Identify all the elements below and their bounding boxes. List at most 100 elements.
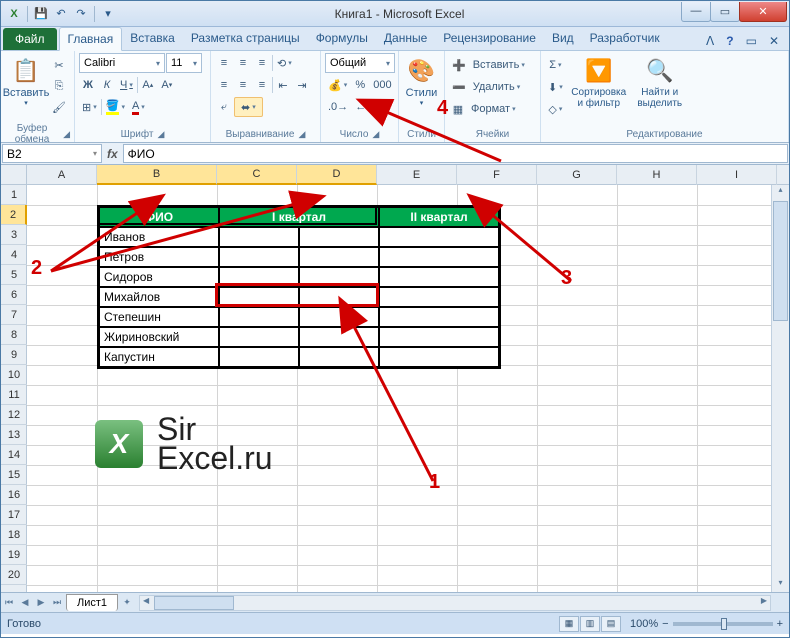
table-cell[interactable]: Сидоров bbox=[99, 267, 219, 287]
font-color-icon[interactable]: A bbox=[129, 97, 148, 117]
table-cell[interactable]: Жириновский bbox=[99, 327, 219, 347]
borders-icon[interactable]: ⊞ bbox=[79, 97, 100, 117]
merge-cells-button[interactable]: ⬌ bbox=[234, 97, 263, 117]
row-header[interactable]: 11 bbox=[1, 385, 27, 405]
first-sheet-icon[interactable]: ⏮ bbox=[1, 595, 17, 611]
minimize-ribbon-icon[interactable]: ᐱ bbox=[702, 32, 718, 50]
formula-input[interactable]: ФИО bbox=[123, 144, 788, 163]
horizontal-scrollbar[interactable]: ◀ ▶ bbox=[139, 595, 771, 611]
column-header[interactable]: C bbox=[217, 165, 297, 185]
copy-icon[interactable]: ⎘ bbox=[49, 76, 69, 96]
column-headers[interactable]: ABCDEFGHI bbox=[27, 165, 789, 185]
table-cell[interactable] bbox=[379, 247, 499, 267]
column-header[interactable]: I bbox=[697, 165, 777, 185]
row-header[interactable]: 13 bbox=[1, 425, 27, 445]
align-middle-icon[interactable]: ≡ bbox=[234, 53, 252, 73]
ribbon-tab-3[interactable]: Формулы bbox=[308, 27, 376, 50]
wrap-text-icon[interactable]: ⤶ bbox=[215, 97, 233, 117]
table-cell[interactable]: Михайлов bbox=[99, 287, 219, 307]
row-header[interactable]: 2 bbox=[1, 205, 27, 225]
maximize-button[interactable]: ▭ bbox=[710, 2, 740, 22]
last-sheet-icon[interactable]: ⏭ bbox=[49, 595, 65, 611]
sheet-tab[interactable]: Лист1 bbox=[66, 594, 118, 611]
scrollbar-thumb[interactable] bbox=[154, 596, 234, 610]
minimize-button[interactable]: — bbox=[681, 2, 711, 22]
row-header[interactable]: 8 bbox=[1, 325, 27, 345]
scrollbar-thumb[interactable] bbox=[773, 201, 788, 321]
column-header[interactable]: H bbox=[617, 165, 697, 185]
table-cell[interactable] bbox=[379, 267, 499, 287]
row-header[interactable]: 16 bbox=[1, 485, 27, 505]
font-size-combo[interactable]: 11▾ bbox=[166, 53, 202, 73]
row-header[interactable]: 19 bbox=[1, 545, 27, 565]
select-all-corner[interactable] bbox=[1, 165, 27, 185]
close-workbook-icon[interactable]: ✕ bbox=[765, 32, 783, 50]
increase-font-icon[interactable]: A▴ bbox=[139, 75, 157, 95]
table-cell[interactable] bbox=[219, 327, 299, 347]
table-cell[interactable]: Петров bbox=[99, 247, 219, 267]
align-top-icon[interactable]: ≡ bbox=[215, 53, 233, 73]
column-header[interactable]: D bbox=[297, 165, 377, 185]
align-right-icon[interactable]: ≡ bbox=[253, 75, 271, 95]
ribbon-tab-6[interactable]: Вид bbox=[544, 27, 582, 50]
table-cell[interactable] bbox=[379, 347, 499, 367]
table-cell[interactable] bbox=[379, 227, 499, 247]
row-header[interactable]: 15 bbox=[1, 465, 27, 485]
align-bottom-icon[interactable]: ≡ bbox=[253, 53, 271, 73]
table-cell[interactable] bbox=[379, 287, 499, 307]
row-header[interactable]: 17 bbox=[1, 505, 27, 525]
table-cell[interactable] bbox=[299, 227, 379, 247]
italic-button[interactable]: К bbox=[98, 75, 116, 95]
file-tab[interactable]: Файл bbox=[3, 28, 57, 50]
close-button[interactable]: ✕ bbox=[739, 2, 787, 22]
fx-icon[interactable]: fx bbox=[107, 147, 118, 161]
table-cell[interactable] bbox=[299, 347, 379, 367]
ribbon-tab-7[interactable]: Разработчик bbox=[582, 27, 668, 50]
row-header[interactable]: 18 bbox=[1, 525, 27, 545]
column-header[interactable]: B bbox=[97, 165, 217, 185]
table-cell[interactable] bbox=[299, 307, 379, 327]
table-cell[interactable]: Степешин bbox=[99, 307, 219, 327]
save-icon[interactable]: 💾 bbox=[32, 5, 50, 23]
row-header[interactable]: 14 bbox=[1, 445, 27, 465]
restore-window-icon[interactable]: ▭ bbox=[742, 32, 761, 50]
cut-icon[interactable]: ✂ bbox=[49, 55, 69, 75]
worksheet-grid[interactable]: ABCDEFGHI 123456789101112131415161718192… bbox=[1, 165, 789, 592]
table-cell[interactable] bbox=[299, 247, 379, 267]
table-cell[interactable] bbox=[219, 307, 299, 327]
table-cell[interactable] bbox=[219, 247, 299, 267]
undo-icon[interactable]: ↶ bbox=[52, 5, 70, 23]
align-left-icon[interactable]: ≡ bbox=[215, 75, 233, 95]
table-cell[interactable] bbox=[219, 347, 299, 367]
accounting-format-icon[interactable]: 💰 bbox=[325, 75, 350, 95]
dialog-launcher-icon[interactable]: ◢ bbox=[157, 129, 164, 140]
zoom-value[interactable]: 100% bbox=[630, 618, 658, 630]
clear-icon[interactable]: ◇ bbox=[545, 99, 566, 119]
decrease-indent-icon[interactable]: ⇤ bbox=[274, 75, 292, 95]
row-header[interactable]: 20 bbox=[1, 565, 27, 585]
dialog-launcher-icon[interactable]: ◢ bbox=[63, 129, 70, 140]
row-header[interactable]: 1 bbox=[1, 185, 27, 205]
prev-sheet-icon[interactable]: ◀ bbox=[17, 595, 33, 611]
sort-filter-button[interactable]: 🔽 Сортировка и фильтр bbox=[568, 53, 630, 123]
format-painter-icon[interactable]: 🖌 bbox=[49, 97, 69, 117]
percent-format-icon[interactable]: % bbox=[351, 75, 369, 95]
autosum-icon[interactable]: Σ bbox=[545, 55, 566, 75]
row-header[interactable]: 3 bbox=[1, 225, 27, 245]
row-header[interactable]: 7 bbox=[1, 305, 27, 325]
row-header[interactable]: 4 bbox=[1, 245, 27, 265]
table-cell[interactable] bbox=[219, 227, 299, 247]
fill-color-icon[interactable]: 🪣 bbox=[103, 97, 128, 117]
redo-icon[interactable]: ↷ bbox=[72, 5, 90, 23]
table-cell[interactable]: Капустин bbox=[99, 347, 219, 367]
row-header[interactable]: 5 bbox=[1, 265, 27, 285]
row-header[interactable]: 10 bbox=[1, 365, 27, 385]
new-sheet-icon[interactable]: ✦ bbox=[119, 595, 135, 611]
column-header[interactable]: A bbox=[27, 165, 97, 185]
column-header[interactable]: E bbox=[377, 165, 457, 185]
decrease-decimal-icon[interactable]: ←.0 bbox=[352, 97, 378, 117]
zoom-slider[interactable] bbox=[673, 622, 773, 626]
insert-cells-button[interactable]: Вставить bbox=[470, 55, 528, 75]
increase-decimal-icon[interactable]: .0→ bbox=[325, 97, 351, 117]
table-cell[interactable] bbox=[379, 307, 499, 327]
